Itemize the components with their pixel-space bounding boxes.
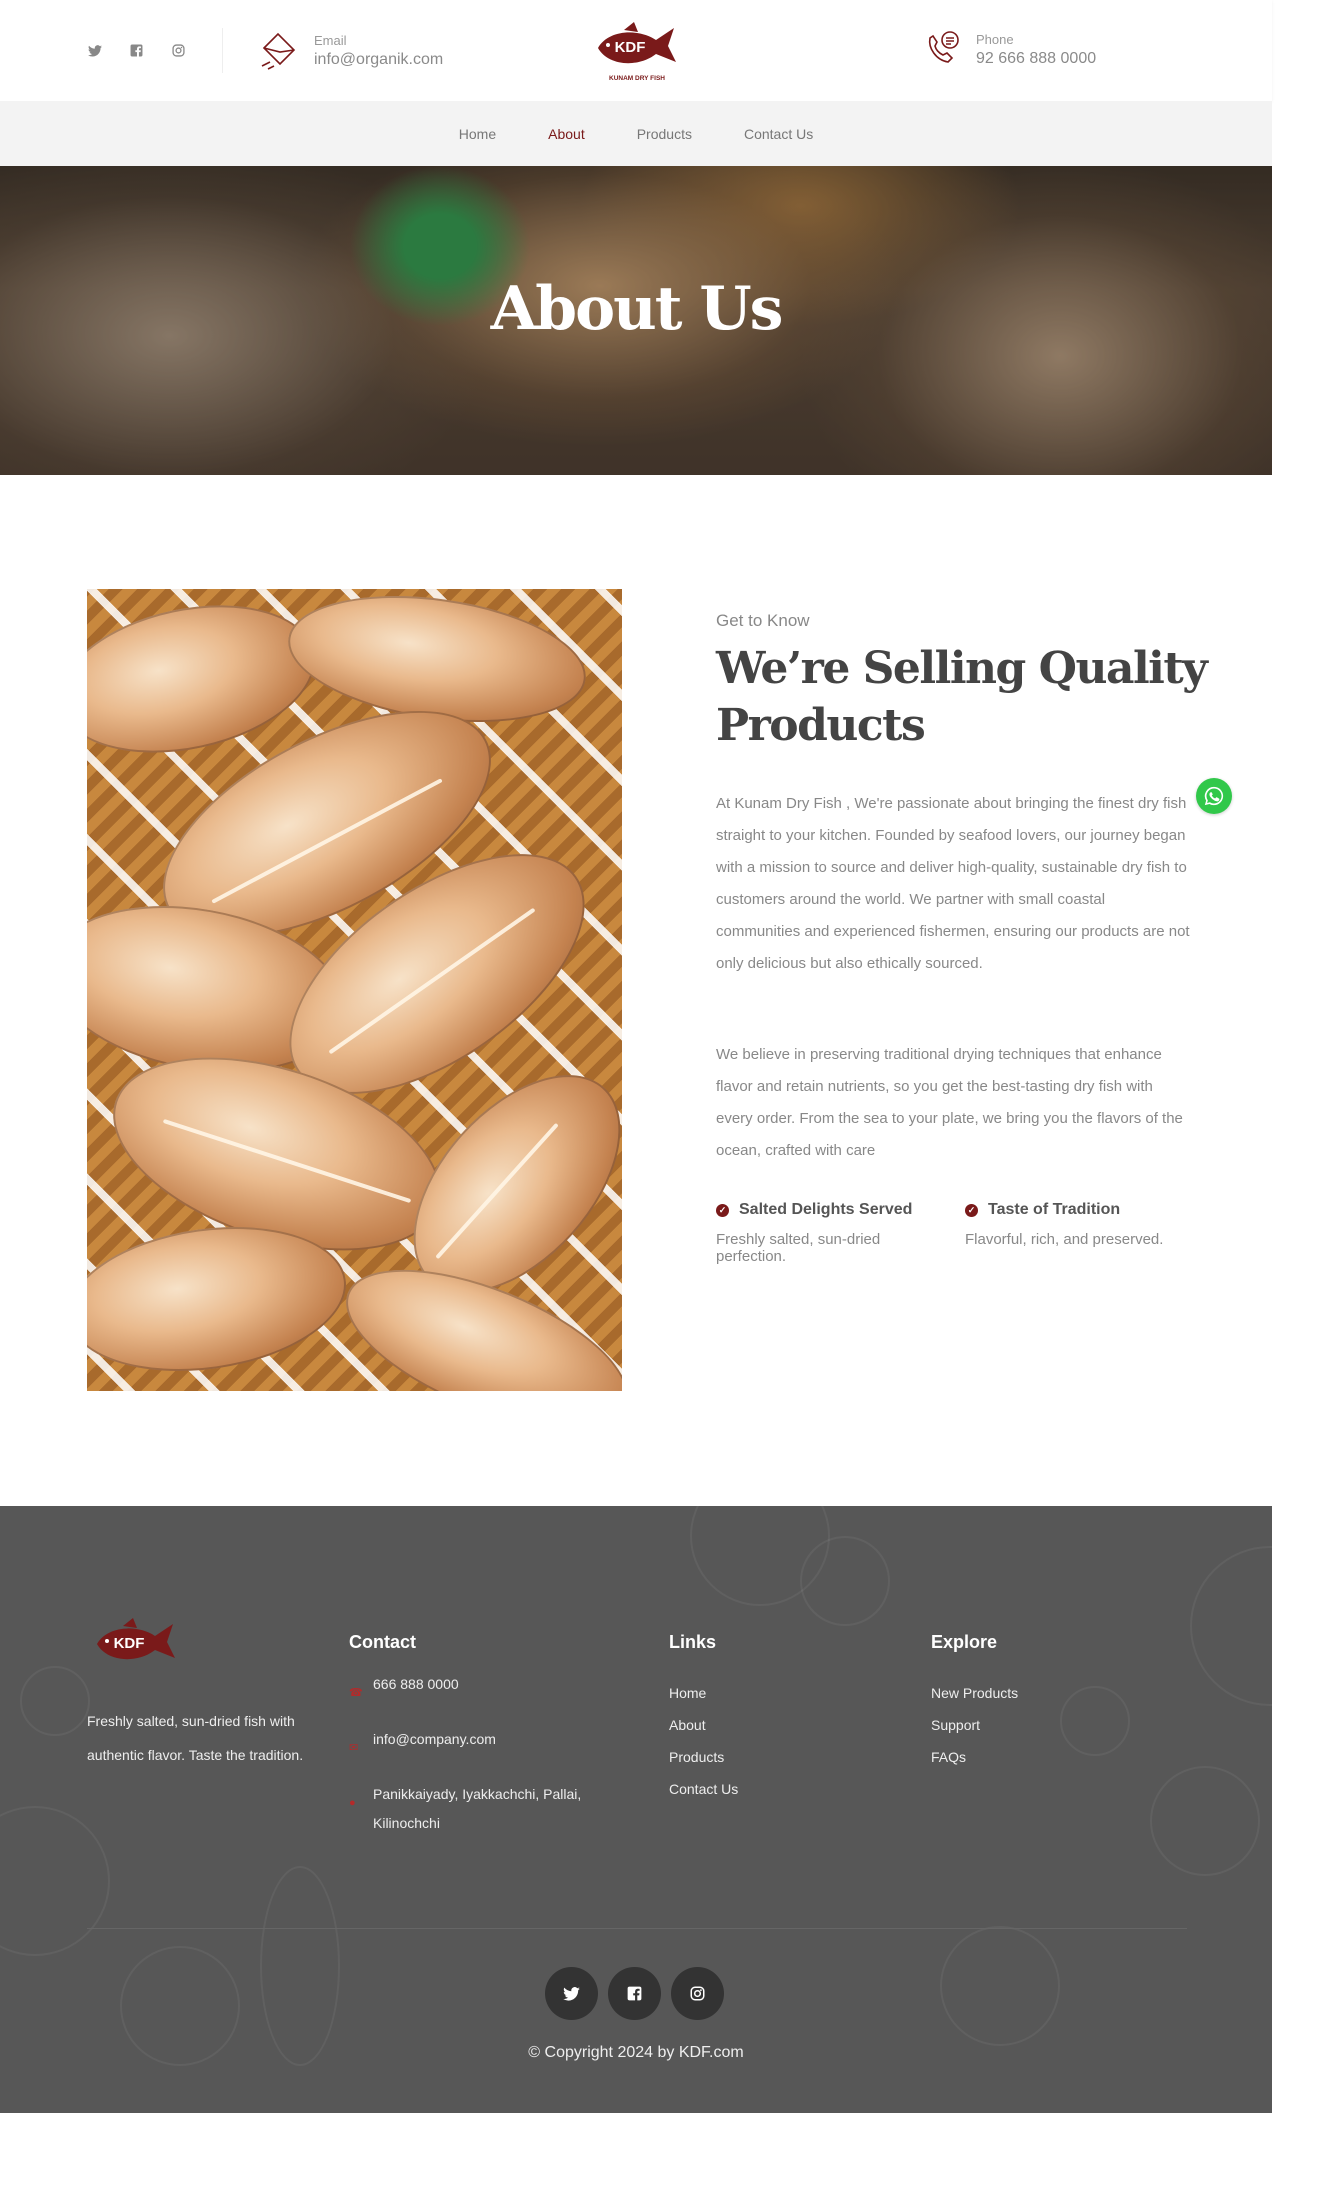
- footer-contact-heading: Contact: [349, 1632, 416, 1652]
- envelope-icon: [258, 28, 300, 75]
- facebook-icon[interactable]: [608, 1967, 661, 2020]
- feature-description: Freshly salted, sun-dried perfection.: [716, 1231, 881, 1265]
- feature-description: Flavorful, rich, and preserved.: [965, 1231, 1164, 1248]
- site-footer: KDF Freshly salted, sun-dried fish with …: [0, 1506, 1272, 2113]
- location-pin-icon: ●: [349, 1797, 356, 1809]
- hero-banner: About Us: [0, 166, 1272, 475]
- about-paragraph-1: At Kunam Dry Fish , We're passionate abo…: [716, 795, 1190, 972]
- footer-link-faqs[interactable]: FAQs: [931, 1741, 1018, 1773]
- footer-contact: Contact ☎ 666 888 0000 ✉ info@company.co…: [349, 1632, 639, 1838]
- nav-item-home[interactable]: Home: [459, 126, 496, 142]
- email-value[interactable]: info@organik.com: [314, 49, 443, 71]
- instagram-icon[interactable]: [671, 1967, 724, 2020]
- check-circle-icon: ✓: [716, 1203, 729, 1217]
- logo-subtext: KUNAM DRY FISH: [609, 75, 665, 82]
- footer-email[interactable]: info@company.com: [373, 1725, 496, 1754]
- check-circle-icon: ✓: [965, 1203, 978, 1217]
- envelope-icon: ✉: [349, 1742, 359, 1754]
- footer-link-about[interactable]: About: [669, 1709, 738, 1741]
- about-paragraph-2: We believe in preserving traditional dry…: [716, 1046, 1183, 1159]
- header-divider: [222, 28, 223, 73]
- footer-link-new-products[interactable]: New Products: [931, 1677, 1018, 1709]
- feature-taste-of-tradition: ✓ Taste of Tradition Flavorful, rich, an…: [965, 1201, 1195, 1248]
- footer-logo[interactable]: KDF: [93, 1618, 179, 1678]
- main-nav: Home About Products Contact Us: [0, 101, 1272, 166]
- phone-label: Phone: [976, 31, 1014, 47]
- header-phone: Phone 92 666 888 0000: [922, 28, 1096, 73]
- phone-icon: ☎: [349, 1687, 363, 1699]
- footer-links: Links Home About Products Contact Us: [669, 1632, 738, 1805]
- feature-title: Taste of Tradition: [988, 1201, 1121, 1218]
- facebook-icon[interactable]: [128, 42, 145, 59]
- twitter-icon[interactable]: [545, 1967, 598, 2020]
- nav-item-contact-us[interactable]: Contact Us: [744, 126, 813, 142]
- site-logo[interactable]: KDF KUNAM DRY FISH: [594, 20, 680, 84]
- footer-divider: [87, 1928, 1187, 1929]
- phone-icon: [922, 28, 962, 73]
- header-email: Email info@organik.com: [258, 28, 443, 75]
- footer-logo-text: KDF: [114, 1635, 145, 1652]
- footer-link-contact-us[interactable]: Contact Us: [669, 1773, 738, 1805]
- instagram-icon[interactable]: [170, 42, 187, 59]
- section-eyebrow: Get to Know: [716, 611, 810, 630]
- dried-fish-image: [87, 589, 622, 1391]
- footer-explore-heading: Explore: [931, 1632, 998, 1652]
- footer-address: Panikkaiyady, Iyakkachchi, Pallai, Kilin…: [373, 1786, 582, 1831]
- phone-value[interactable]: 92 666 888 0000: [976, 48, 1096, 70]
- footer-link-products[interactable]: Products: [669, 1741, 738, 1773]
- nav-item-products[interactable]: Products: [637, 126, 692, 142]
- footer-phone[interactable]: 666 888 0000: [373, 1670, 459, 1699]
- nav-item-about[interactable]: About: [548, 126, 585, 142]
- footer-links-heading: Links: [669, 1632, 717, 1652]
- email-label: Email: [314, 32, 347, 48]
- section-heading: We’re Selling Quality Products: [716, 643, 1208, 751]
- footer-link-home[interactable]: Home: [669, 1677, 738, 1709]
- footer-link-support[interactable]: Support: [931, 1709, 1018, 1741]
- logo-text: KDF: [615, 39, 646, 56]
- header-socials: [86, 42, 187, 59]
- copyright-text: © Copyright 2024 by KDF.com: [528, 2044, 744, 2061]
- page-title: About Us: [490, 274, 784, 344]
- whatsapp-icon[interactable]: [1196, 778, 1232, 814]
- feature-title: Salted Delights Served: [739, 1201, 913, 1218]
- top-header: Email info@organik.com KDF KUNAM DRY FIS…: [0, 0, 1272, 101]
- footer-socials: [545, 1967, 724, 2020]
- feature-salted-delights: ✓ Salted Delights Served Freshly salted,…: [716, 1201, 946, 1265]
- footer-explore: Explore New Products Support FAQs: [931, 1632, 1018, 1773]
- twitter-icon[interactable]: [86, 42, 103, 59]
- footer-about: Freshly salted, sun-dried fish with auth…: [87, 1713, 304, 1763]
